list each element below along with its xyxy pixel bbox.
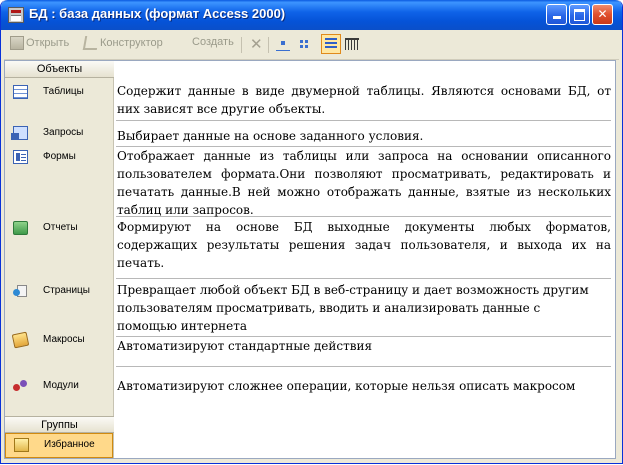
bar-item-macros[interactable]: Макросы — [5, 329, 113, 351]
groups-header[interactable]: Группы — [5, 416, 114, 433]
macro-icon — [11, 331, 30, 349]
large-icons-view-icon[interactable] — [276, 39, 290, 51]
favorites-folder-icon — [14, 438, 29, 452]
description-modules: Автоматизируют сложнее операции, которые… — [117, 379, 576, 393]
bar-item-favorites[interactable]: Избранное — [5, 433, 113, 458]
module-icon — [13, 379, 28, 393]
objects-header[interactable]: Объекты — [5, 61, 114, 78]
create-label: Создать — [192, 36, 234, 48]
bar-item-label: Отчеты — [43, 222, 78, 233]
bar-item-forms[interactable]: Формы — [5, 146, 113, 168]
design-button[interactable]: Конструктор — [82, 36, 163, 50]
open-button[interactable]: Открыть — [10, 36, 69, 50]
form-icon — [13, 150, 28, 164]
window-title: БД : база данных (формат Access 2000) — [29, 6, 286, 21]
maximize-icon — [574, 9, 585, 21]
maximize-button[interactable] — [569, 4, 590, 25]
bar-item-modules[interactable]: Модули — [5, 375, 113, 397]
minimize-button[interactable] — [546, 4, 567, 25]
bar-item-label: Макросы — [43, 334, 85, 345]
close-button[interactable]: ✕ — [592, 4, 613, 25]
description-queries: Выбирает данные на основе заданного усло… — [116, 127, 611, 147]
bar-item-label: Запросы — [43, 127, 84, 138]
bar-item-label: Страницы — [43, 285, 90, 296]
description-reports: Формируют на основе БД выходные документ… — [116, 218, 611, 279]
create-button[interactable]: Создать — [192, 36, 234, 48]
delete-button[interactable]: ✕ — [250, 36, 263, 52]
description-forms: Отображает данные из таблицы или запроса… — [116, 149, 611, 217]
objects-bar: Объекты Таблицы Запросы Формы Отчеты Стр… — [5, 61, 114, 458]
report-icon — [13, 221, 28, 235]
database-window: БД : база данных (формат Access 2000) ✕ … — [0, 0, 623, 464]
bar-item-label: Модули — [43, 380, 79, 391]
details-view-icon[interactable] — [345, 38, 359, 50]
main-content: Объекты Таблицы Запросы Формы Отчеты Стр… — [4, 60, 616, 459]
design-label: Конструктор — [100, 36, 163, 49]
description-tables: Содержит данные в виде двумерной таблицы… — [116, 82, 611, 121]
description-macros: Автоматизируют стандартные действия — [116, 337, 611, 367]
open-label: Открыть — [26, 36, 70, 49]
bar-item-pages[interactable]: Страницы — [5, 280, 113, 302]
bar-item-tables[interactable]: Таблицы — [5, 81, 113, 103]
bar-item-label: Таблицы — [43, 86, 84, 97]
list-view-icon[interactable] — [321, 34, 341, 54]
page-icon — [13, 284, 28, 298]
description-pages: Превращает любой объект БД в веб-страниц… — [116, 281, 611, 337]
small-icons-view-icon[interactable] — [299, 39, 313, 50]
query-icon — [11, 126, 28, 140]
bar-item-label: Формы — [43, 151, 76, 162]
toolbar-separator — [268, 37, 269, 53]
title-bar[interactable]: БД : база данных (формат Access 2000) ✕ — [1, 0, 622, 30]
table-icon — [13, 85, 28, 99]
bar-item-queries[interactable]: Запросы — [5, 122, 113, 144]
bar-item-label: Избранное — [44, 439, 95, 450]
toolbar-separator — [241, 37, 242, 53]
bar-item-reports[interactable]: Отчеты — [5, 217, 113, 239]
database-app-icon[interactable] — [8, 7, 24, 23]
design-icon — [82, 36, 100, 50]
minimize-icon — [552, 16, 561, 19]
open-icon — [10, 36, 24, 50]
toolbar: Открыть Конструктор Создать ✕ — [4, 30, 619, 60]
